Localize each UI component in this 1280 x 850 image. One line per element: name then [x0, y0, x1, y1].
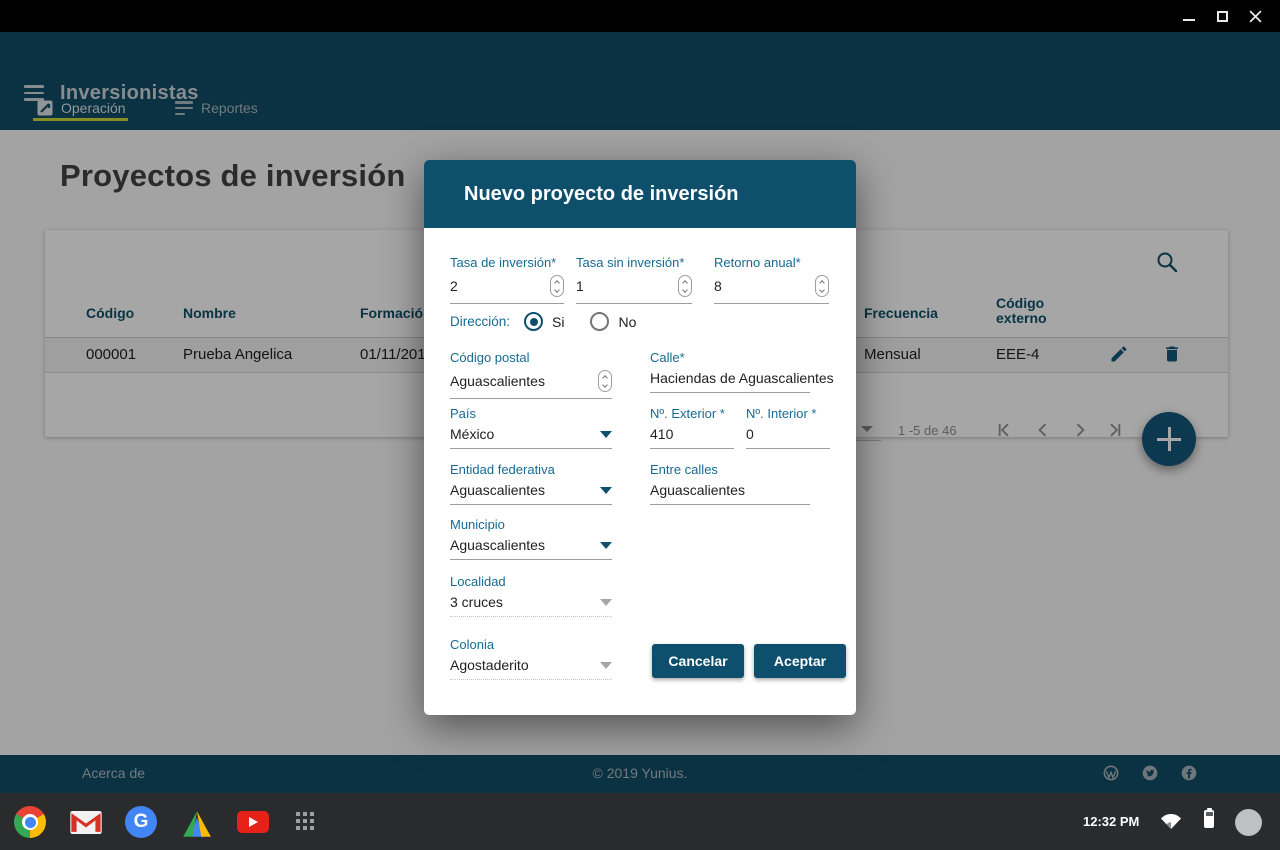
field-value: 0 — [746, 426, 754, 442]
field-municipio[interactable]: Municipio Aguascalientes — [450, 517, 612, 560]
accept-button[interactable]: Aceptar — [754, 644, 846, 678]
maximize-button[interactable] — [1206, 0, 1238, 32]
close-button[interactable] — [1239, 0, 1271, 32]
modal-title: Nuevo proyecto de inversión — [464, 183, 739, 205]
field-value: Haciendas de Aguascalientes — [650, 370, 834, 386]
app-launcher-icon[interactable] — [296, 812, 316, 832]
field-num-exterior[interactable]: Nº. Exterior * 410 — [650, 406, 734, 449]
modal-header: Nuevo proyecto de inversión — [424, 160, 856, 228]
battery-icon[interactable] — [1204, 807, 1214, 828]
google-drive-icon[interactable] — [181, 808, 213, 840]
field-num-interior[interactable]: Nº. Interior * 0 — [746, 406, 830, 449]
field-label: Calle* — [650, 350, 685, 365]
field-label: Tasa sin inversión* — [576, 255, 685, 270]
field-entre-calles[interactable]: Entre calles Aguascalientes — [650, 462, 810, 505]
field-label: Entidad federativa — [450, 462, 555, 477]
new-project-modal: Nuevo proyecto de inversión Tasa de inve… — [424, 160, 856, 715]
gmail-icon[interactable] — [70, 811, 102, 834]
os-taskbar: G 12:32 PM — [0, 793, 1280, 850]
field-value: 3 cruces — [450, 594, 503, 610]
field-label: Localidad — [450, 574, 506, 589]
field-label: Retorno anual* — [714, 255, 801, 270]
field-direccion: Dirección: Si No — [450, 312, 636, 331]
field-label: Entre calles — [650, 462, 718, 477]
field-entidad-federativa[interactable]: Entidad federativa Aguascalientes — [450, 462, 612, 505]
radio-no-label: No — [618, 313, 637, 330]
field-value: 410 — [650, 426, 674, 442]
field-value: Aguascalientes — [450, 537, 545, 553]
field-label: País — [450, 406, 477, 421]
field-tasa-sin-inversion[interactable]: Tasa sin inversión* 1 — [576, 255, 692, 304]
radio-si[interactable] — [524, 312, 544, 331]
dropdown-arrow-icon[interactable] — [600, 430, 612, 438]
number-spinner[interactable] — [550, 275, 564, 297]
field-value: Agostaderito — [450, 657, 529, 673]
youtube-icon[interactable] — [237, 811, 269, 833]
field-localidad[interactable]: Localidad 3 cruces — [450, 574, 612, 617]
number-spinner[interactable] — [598, 370, 612, 392]
field-calle[interactable]: Calle* Haciendas de Aguascalientes — [650, 350, 834, 393]
number-spinner[interactable] — [815, 275, 829, 297]
radio-no[interactable] — [590, 312, 610, 331]
window-titlebar — [0, 0, 1280, 32]
field-pais[interactable]: País México — [450, 406, 612, 449]
field-label: Tasa de inversión* — [450, 255, 557, 270]
field-value: Aguascalientes — [450, 482, 545, 498]
field-colonia[interactable]: Colonia Agostaderito — [450, 637, 612, 680]
field-label: Nº. Exterior * — [650, 406, 725, 421]
clock[interactable]: 12:32 PM — [1083, 814, 1139, 829]
field-codigo-postal[interactable]: Código postal Aguascalientes — [450, 350, 612, 399]
field-value: 8 — [714, 278, 722, 294]
wifi-icon[interactable] — [1160, 812, 1182, 830]
field-value: 1 — [576, 278, 584, 294]
field-value: 2 — [450, 278, 458, 294]
field-tasa-inversion[interactable]: Tasa de inversión* 2 — [450, 255, 564, 304]
field-value: México — [450, 426, 495, 442]
direccion-label: Dirección: — [450, 314, 511, 329]
number-spinner[interactable] — [678, 275, 692, 297]
field-value: Aguascalientes — [450, 373, 545, 389]
field-label: Colonia — [450, 637, 495, 652]
radio-si-label: Si — [552, 313, 565, 330]
chrome-icon[interactable] — [14, 806, 46, 838]
close-icon — [1248, 9, 1262, 23]
dropdown-arrow-icon[interactable] — [600, 486, 612, 494]
minimize-button[interactable] — [1173, 0, 1205, 32]
field-label: Municipio — [450, 517, 505, 532]
cancel-button[interactable]: Cancelar — [652, 644, 744, 678]
field-label: Código postal — [450, 350, 530, 365]
field-label: Nº. Interior * — [746, 406, 817, 421]
field-value: Aguascalientes — [650, 482, 745, 498]
google-icon[interactable]: G — [125, 806, 157, 838]
dropdown-arrow-icon — [600, 598, 612, 606]
dropdown-arrow-icon — [600, 661, 612, 669]
field-retorno-anual[interactable]: Retorno anual* 8 — [714, 255, 829, 304]
account-avatar[interactable] — [1235, 809, 1262, 836]
dropdown-arrow-icon[interactable] — [600, 541, 612, 549]
